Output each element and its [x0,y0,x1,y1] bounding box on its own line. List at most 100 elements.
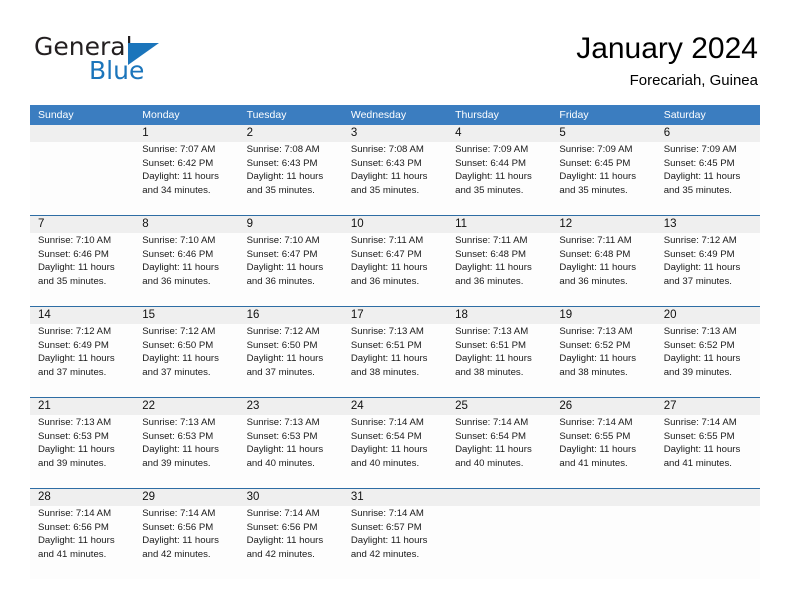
day-number[interactable]: 4 [447,125,551,142]
day-number[interactable]: 29 [134,489,238,506]
day-cell[interactable]: Sunrise: 7:14 AM Sunset: 6:56 PM Daylight:… [30,506,134,579]
daylight-text: Daylight: 11 hours [246,444,324,456]
day-number[interactable]: 27 [656,398,760,415]
daylight-text: and 41 minutes. [559,457,628,469]
day-number[interactable]: 16 [239,307,343,324]
daylight-text: Daylight: 11 hours [142,353,219,365]
sunset-text: Sunset: 6:51 PM [455,339,527,351]
sunrise-text: Sunrise: 7:11 AM [455,235,528,246]
day-number[interactable]: 24 [343,398,447,415]
sunset-text: Sunset: 6:56 PM [38,521,109,533]
day-number[interactable]: 23 [239,398,343,415]
day-cell[interactable]: Sunrise: 7:14 AM Sunset: 6:55 PM Daylight:… [656,415,760,488]
day-cell[interactable]: Sunrise: 7:07 AM Sunset: 6:42 PM Daylight:… [134,142,238,215]
day-cell[interactable]: Sunrise: 7:12 AM Sunset: 6:50 PM Daylight:… [134,324,238,397]
day-cell[interactable]: Sunrise: 7:13 AM Sunset: 6:52 PM Daylight:… [656,324,760,397]
day-cell[interactable]: Sunrise: 7:12 AM Sunset: 6:50 PM Daylight:… [239,324,343,397]
daylight-text: Daylight: 11 hours [142,171,219,183]
day-number[interactable]: 30 [239,489,343,506]
sunset-text: Sunset: 6:55 PM [559,430,631,442]
day-cell[interactable]: Sunrise: 7:14 AM Sunset: 6:57 PM Daylight:… [343,506,447,579]
day-number[interactable]: 6 [656,125,760,142]
day-cell[interactable]: Sunrise: 7:13 AM Sunset: 6:51 PM Daylight:… [343,324,447,397]
day-number[interactable]: 10 [343,216,447,233]
day-cell[interactable]: Sunrise: 7:11 AM Sunset: 6:48 PM Daylight:… [447,233,551,306]
daylight-text: and 37 minutes. [663,275,732,287]
sunset-text: Sunset: 6:56 PM [142,521,214,533]
day-cell[interactable]: Sunrise: 7:08 AM Sunset: 6:43 PM Daylight:… [343,142,447,215]
daylight-text: and 36 minutes. [350,275,420,287]
daylight-text: Daylight: 11 hours [38,353,115,365]
daylight-text: and 39 minutes. [663,366,732,378]
day-number[interactable]: 21 [30,398,134,415]
day-cell[interactable]: Sunrise: 7:11 AM Sunset: 6:47 PM Daylight:… [343,233,447,306]
day-cell[interactable]: Sunrise: 7:09 AM Sunset: 6:45 PM Daylight:… [551,142,655,215]
day-cell[interactable]: Sunrise: 7:12 AM Sunset: 6:49 PM Daylight:… [656,233,760,306]
day-cell[interactable]: Sunrise: 7:11 AM Sunset: 6:48 PM Daylight:… [551,233,655,306]
day-number[interactable]: 20 [656,307,760,324]
day-cell[interactable]: Sunrise: 7:14 AM Sunset: 6:55 PM Daylight:… [551,415,655,488]
day-cell[interactable]: Sunrise: 7:13 AM Sunset: 6:52 PM Daylight:… [551,324,655,397]
day-cell[interactable]: Sunrise: 7:08 AM Sunset: 6:43 PM Daylight:… [239,142,343,215]
day-cell[interactable]: Sunrise: 7:09 AM Sunset: 6:45 PM Daylight:… [656,142,760,215]
day-cell[interactable]: Sunrise: 7:14 AM Sunset: 6:56 PM Daylight:… [134,506,238,579]
sunrise-text: Sunrise: 7:14 AM [142,508,216,519]
daylight-text: Daylight: 11 hours [663,353,741,365]
day-number[interactable]: 1 [134,125,238,142]
day-number[interactable]: 8 [134,216,238,233]
day-number[interactable]: 11 [447,216,551,233]
day-cell[interactable]: Sunrise: 7:13 AM Sunset: 6:53 PM Daylight:… [30,415,134,488]
calendar-week-row: 1 2 3 4 5 6 Sunrise: 7:07 AM Sunset: 6:42 PM Day… [30,125,760,215]
day-cell-empty [656,506,760,579]
day-cell[interactable]: Sunrise: 7:13 AM Sunset: 6:51 PM Daylight:… [447,324,551,397]
day-number[interactable]: 9 [239,216,343,233]
day-cell[interactable]: Sunrise: 7:13 AM Sunset: 6:53 PM Daylight:… [239,415,343,488]
daylight-text: and 36 minutes. [246,275,315,287]
sunset-text: Sunset: 6:52 PM [559,339,631,351]
sunrise-text: Sunrise: 7:08 AM [246,144,320,155]
day-number[interactable]: 28 [30,489,134,506]
daylight-text: Daylight: 11 hours [246,262,324,274]
day-number[interactable]: 2 [239,125,343,142]
daylight-text: Daylight: 11 hours [246,353,324,365]
day-number[interactable]: 3 [343,125,447,142]
weekday-header-sunday: Sunday [38,109,74,121]
day-cell[interactable]: Sunrise: 7:13 AM Sunset: 6:53 PM Daylight:… [134,415,238,488]
day-number[interactable]: 19 [551,307,655,324]
day-cell[interactable]: Sunrise: 7:10 AM Sunset: 6:46 PM Daylight:… [134,233,238,306]
day-number[interactable]: 26 [551,398,655,415]
day-cell[interactable]: Sunrise: 7:12 AM Sunset: 6:49 PM Daylight:… [30,324,134,397]
week-detail-band: Sunrise: 7:14 AM Sunset: 6:56 PM Daylight:… [30,506,760,579]
day-number[interactable]: 7 [30,216,134,233]
week-detail-band: Sunrise: 7:12 AM Sunset: 6:49 PM Daylight:… [30,324,760,397]
general-blue-logo[interactable]: General Blue [34,30,244,92]
day-number[interactable]: 17 [343,307,447,324]
sunrise-text: Sunrise: 7:09 AM [559,144,633,155]
day-number[interactable]: 15 [134,307,238,324]
daylight-text: and 39 minutes. [142,457,211,469]
day-cell[interactable]: Sunrise: 7:14 AM Sunset: 6:54 PM Daylight:… [343,415,447,488]
day-number[interactable]: 18 [447,307,551,324]
sunrise-text: Sunrise: 7:09 AM [663,144,737,155]
day-cell[interactable]: Sunrise: 7:14 AM Sunset: 6:54 PM Daylight:… [447,415,551,488]
day-number[interactable]: 22 [134,398,238,415]
logo-text-blue: Blue [89,56,145,85]
daylight-text: Daylight: 11 hours [663,171,741,183]
daylight-text: Daylight: 11 hours [38,262,115,274]
day-number[interactable]: 12 [551,216,655,233]
sunset-text: Sunset: 6:54 PM [455,430,527,442]
day-cell[interactable]: Sunrise: 7:10 AM Sunset: 6:46 PM Daylight:… [30,233,134,306]
weekday-header-friday: Friday [559,109,589,121]
day-cell[interactable]: Sunrise: 7:09 AM Sunset: 6:44 PM Daylight:… [447,142,551,215]
day-number[interactable]: 25 [447,398,551,415]
day-number[interactable]: 14 [30,307,134,324]
week-daynumber-band: 28 29 30 31 [30,489,760,506]
day-cell[interactable]: Sunrise: 7:10 AM Sunset: 6:47 PM Daylight:… [239,233,343,306]
daylight-text: Daylight: 11 hours [38,535,115,547]
day-number[interactable]: 31 [343,489,447,506]
day-cell[interactable]: Sunrise: 7:14 AM Sunset: 6:56 PM Daylight:… [239,506,343,579]
sunset-text: Sunset: 6:55 PM [663,430,735,442]
daylight-text: Daylight: 11 hours [246,171,324,183]
day-number[interactable]: 5 [551,125,655,142]
day-number[interactable]: 13 [656,216,760,233]
